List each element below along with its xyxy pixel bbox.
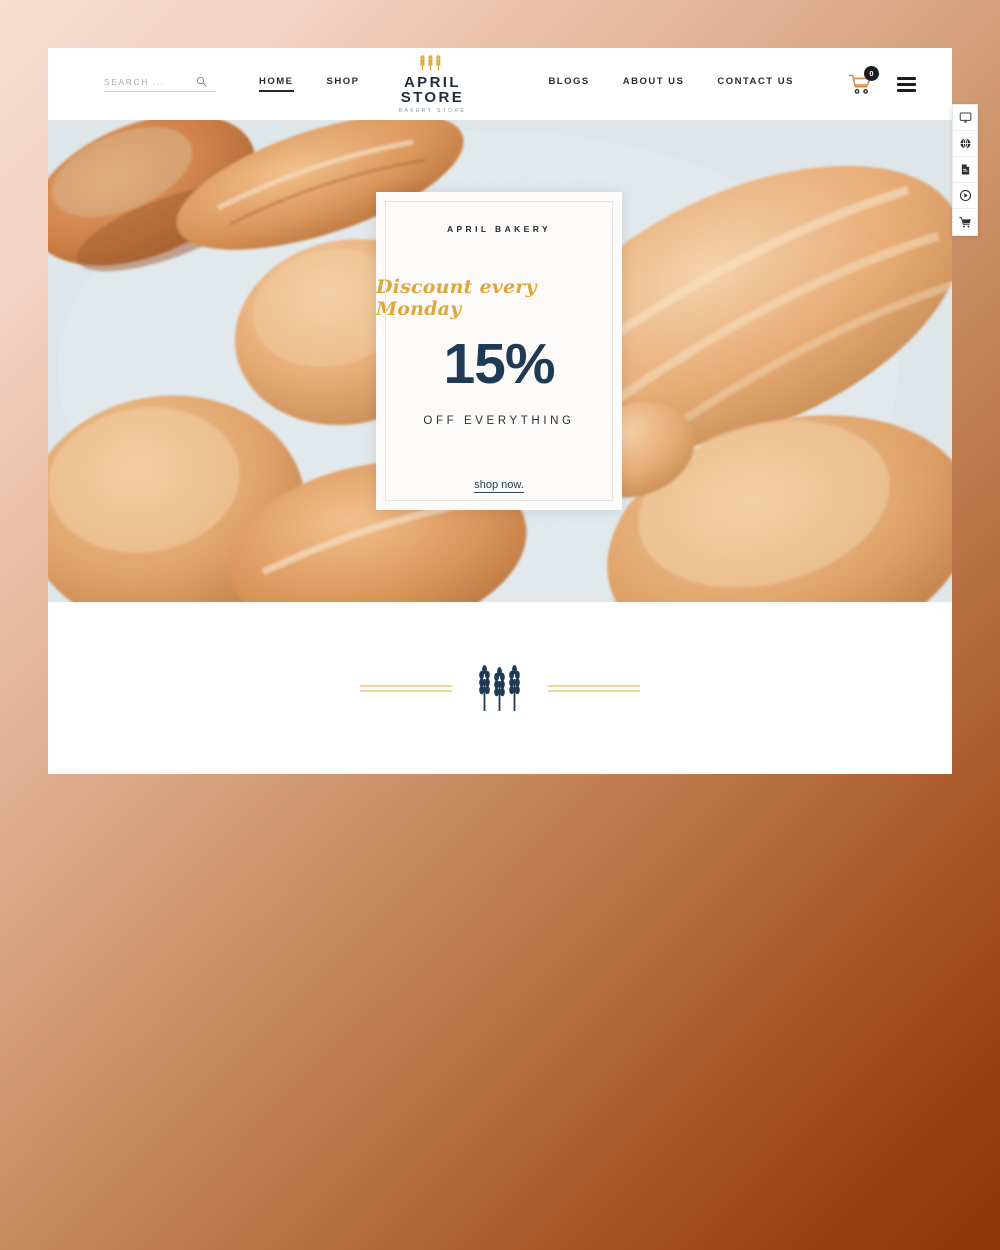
nav-item-contact-us[interactable]: CONTACT US [717, 76, 794, 92]
site-page-card: HOME SHOP [48, 48, 952, 774]
site-logo[interactable]: APRIL STORE BAKERY STORE [377, 54, 487, 114]
cart-icon[interactable] [953, 209, 977, 235]
wheat-icon [377, 54, 487, 73]
divider-section [48, 602, 952, 774]
divider-line-right [548, 684, 640, 692]
nav-item-home[interactable]: HOME [259, 76, 294, 92]
promo-script: Discount every Monday [376, 276, 537, 320]
nav-item-about-us[interactable]: ABOUT US [623, 76, 685, 92]
hamburger-menu-icon[interactable] [897, 76, 916, 92]
promo-brand: APRIL BAKERY [446, 224, 552, 234]
site-header: HOME SHOP [48, 48, 952, 120]
shop-now-link[interactable]: shop now. [474, 479, 524, 493]
cart-count-badge: 0 [864, 66, 879, 81]
header-tools: 0 [848, 66, 938, 95]
divider-line-left [360, 684, 452, 692]
main-navigation: HOME SHOP [259, 76, 359, 92]
wheat-divider [360, 665, 640, 711]
play-circle-icon[interactable] [953, 183, 977, 209]
shopping-cart-icon[interactable]: 0 [848, 66, 879, 95]
promo-subtitle: OFF EVERYTHING [423, 415, 575, 427]
main-navigation-right: BLOGS ABOUT US CONTACT US [548, 76, 793, 92]
search-input[interactable] [104, 76, 196, 87]
globe-icon[interactable] [953, 131, 977, 157]
nav-item-blogs[interactable]: BLOGS [548, 76, 589, 92]
search-icon[interactable] [196, 76, 207, 87]
promo-percent: 15% [443, 332, 555, 396]
logo-name: APRIL STORE [400, 74, 465, 106]
floating-toolbar [952, 104, 978, 236]
promo-card: APRIL BAKERY Discount every Monday 15% O… [376, 192, 622, 510]
burger-bar [897, 88, 916, 92]
wheat-stalks-icon [478, 665, 522, 711]
hero-banner: APRIL BAKERY Discount every Monday 15% O… [48, 120, 952, 602]
document-icon[interactable] [953, 157, 977, 183]
monitor-icon[interactable] [953, 105, 977, 131]
logo-subtitle: BAKERY STORE [398, 108, 467, 114]
burger-bar [897, 82, 916, 86]
search-box[interactable] [104, 76, 216, 92]
nav-item-shop[interactable]: SHOP [327, 76, 360, 92]
burger-bar [897, 76, 916, 80]
